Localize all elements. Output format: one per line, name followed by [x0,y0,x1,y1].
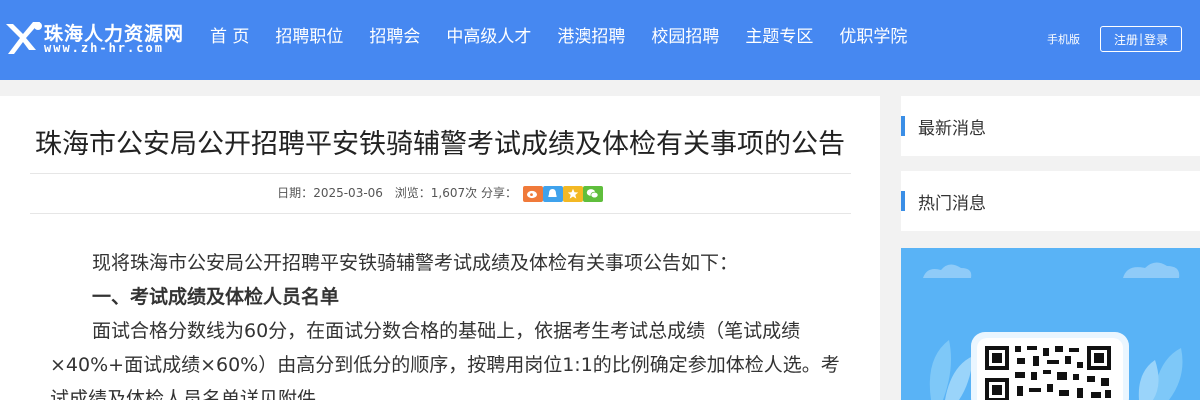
section-heading: 一、考试成绩及体检人员名单 [92,286,340,308]
top-header: 珠海人力资源网 www.zh-hr.com 首 页 招聘职位 招聘会 中高级人才… [0,0,1200,80]
hot-news-title[interactable]: 热门消息 [918,189,986,214]
nav-campus[interactable]: 校园招聘 [638,0,732,80]
latest-news-box: 最新消息 [901,96,1200,156]
accent-bar [901,116,905,136]
logo-url: www.zh-hr.com [44,41,164,55]
meta-divider [30,213,851,214]
nav-home[interactable]: 首 页 [197,0,262,80]
qq-icon[interactable] [542,185,563,202]
auth-box: 注册 | 登录 [1100,26,1182,52]
accent-bar [901,191,905,211]
login-link[interactable]: 登录 [1144,31,1168,48]
nav-senior-talent[interactable]: 中高级人才 [433,0,544,80]
nav-topics[interactable]: 主题专区 [732,0,826,80]
qzone-icon[interactable] [562,185,583,202]
qr-code-promo[interactable] [901,248,1200,400]
article-body: 现将珠海市公安局公开招聘平安铁骑辅警考试成绩及体检有关事项公告如下： 一、考试成… [50,246,840,400]
article-panel: 珠海市公安局公开招聘平安铁骑辅警考试成绩及体检有关事项的公告 日期：2025-0… [0,96,880,400]
main-nav: 首 页 招聘职位 招聘会 中高级人才 港澳招聘 校园招聘 主题专区 优职学院 [197,0,920,80]
nav-job-fairs[interactable]: 招聘会 [356,0,433,80]
hot-news-box: 热门消息 [901,171,1200,231]
title-divider [30,173,851,174]
article-paragraph: 现将珠海市公安局公开招聘平安铁骑辅警考试成绩及体检有关事项公告如下： [92,252,739,274]
mobile-version-link[interactable]: 手机版 [1047,31,1080,47]
nav-jobs[interactable]: 招聘职位 [262,0,356,80]
qr-promo-illustration [901,248,1200,400]
share-icons [522,185,603,202]
site-logo[interactable]: 珠海人力资源网 www.zh-hr.com [2,16,192,60]
wechat-icon[interactable] [582,185,603,202]
auth-separator: | [1138,32,1144,46]
register-link[interactable]: 注册 [1114,31,1138,48]
nav-academy[interactable]: 优职学院 [826,0,920,80]
share-label: 分享： [480,186,517,200]
article-paragraph: 面试合格分数线为60分，在面试分数合格的基础上，依据考生考试总成绩（笔试成绩×4… [50,320,840,400]
nav-hk-macau[interactable]: 港澳招聘 [544,0,638,80]
weibo-icon[interactable] [522,185,543,202]
article-meta: 日期：2025-03-06 浏览：1,607次 分享： [0,184,880,202]
logo-mark-icon [6,22,42,54]
publish-date: 2025-03-06 [313,186,383,200]
view-count: 1,607次 [430,186,478,200]
article-title: 珠海市公安局公开招聘平安铁骑辅警考试成绩及体检有关事项的公告 [35,129,845,160]
latest-news-title[interactable]: 最新消息 [918,114,986,139]
date-label: 日期： [277,186,314,200]
views-label: 浏览： [394,186,431,200]
